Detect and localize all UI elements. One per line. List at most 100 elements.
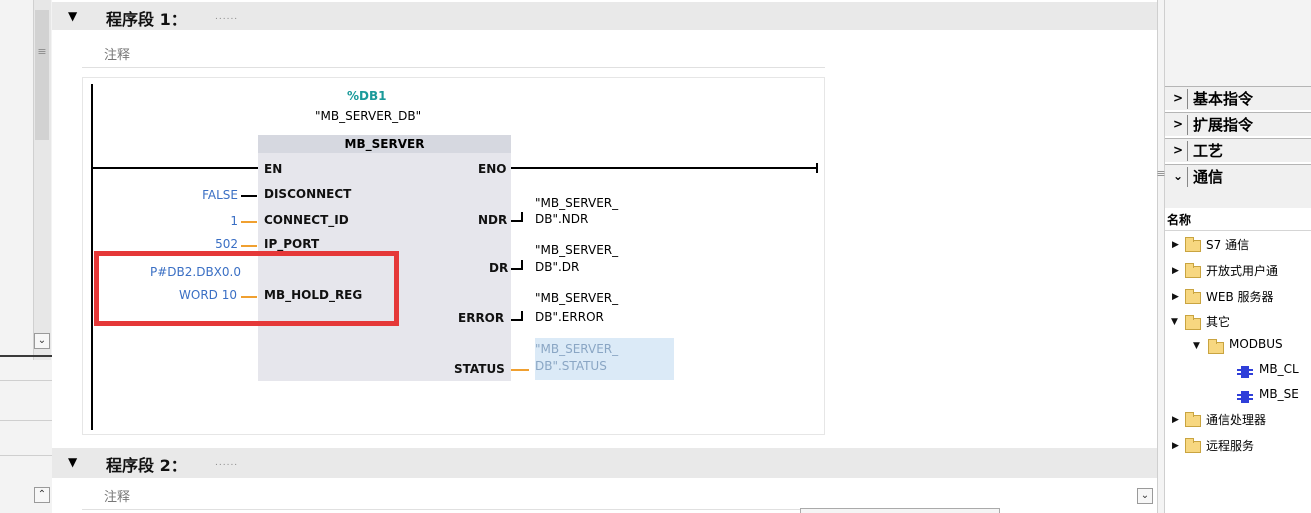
divider: [0, 455, 52, 456]
folder-icon: [1185, 263, 1201, 278]
en-wire: [91, 167, 258, 169]
pin-status: STATUS: [454, 362, 505, 376]
tree-item-modbus[interactable]: MODBUS: [1229, 337, 1283, 351]
tree-item-comm-processor[interactable]: 通信处理器: [1206, 411, 1266, 428]
folder-icon: [1185, 412, 1201, 427]
ndr-var-line1[interactable]: "MB_SERVER_: [535, 196, 618, 210]
highlight-box: [94, 251, 399, 326]
tree-item-mb-client[interactable]: MB_CL: [1259, 362, 1299, 376]
input-tick: [241, 245, 257, 247]
network-2-title: 程序段 2：: [106, 456, 187, 475]
collapse-triangle-icon[interactable]: ▼: [1193, 341, 1200, 351]
tree-item-remote-service[interactable]: 远程服务: [1206, 437, 1254, 454]
input-tick: [241, 195, 257, 197]
ndr-var-line2[interactable]: DB".NDR: [535, 212, 588, 226]
scroll-up-button[interactable]: ⌃: [34, 487, 50, 503]
tree-item-open-user-comm[interactable]: 开放式用户通: [1206, 262, 1278, 279]
chevron-right-icon: >: [1173, 91, 1184, 105]
collapse-triangle-icon[interactable]: ▼: [1171, 317, 1178, 327]
disconnect-value[interactable]: FALSE: [188, 188, 238, 202]
splitter-grip-icon[interactable]: ≡: [37, 46, 47, 57]
output-tick: [511, 369, 529, 371]
horizontal-scrollbar[interactable]: [800, 508, 1000, 513]
tree-item-web-server[interactable]: WEB 服务器: [1206, 288, 1274, 305]
ladder-network-1: %DB1 "MB_SERVER_DB" MB_SERVER EN DISCONN…: [82, 77, 825, 435]
network-2-comment[interactable]: 注释: [82, 482, 825, 510]
tree-item-others[interactable]: 其它: [1206, 313, 1230, 330]
output-tick: [521, 212, 523, 222]
expand-triangle-icon[interactable]: ▶: [1172, 240, 1179, 250]
pin-disconnect: DISCONNECT: [264, 187, 352, 201]
category-extended-instructions[interactable]: > 扩展指令: [1165, 112, 1311, 136]
tree-item-mb-server[interactable]: MB_SE: [1259, 387, 1299, 401]
category-technology[interactable]: > 工艺: [1165, 138, 1311, 162]
category-basic-instructions[interactable]: > 基本指令: [1165, 86, 1311, 110]
ladder-editor: ▼ 程序段 1： ...... 注释 %DB1 "MB_SERVER_DB" M…: [52, 0, 1157, 513]
folder-icon: [1185, 289, 1201, 304]
collapse-triangle-icon[interactable]: ▼: [68, 455, 77, 469]
chevron-right-icon: >: [1173, 117, 1184, 131]
divider: [0, 380, 52, 381]
pin-error: ERROR: [458, 311, 505, 325]
chevron-down-icon: ⌄: [1173, 169, 1184, 183]
scroll-down-button[interactable]: ⌄: [34, 333, 50, 349]
panel-top: [1165, 0, 1311, 86]
chevron-right-icon: >: [1173, 143, 1184, 157]
input-tick: [241, 221, 257, 223]
pin-en: EN: [264, 162, 283, 176]
panel-splitter[interactable]: ≡: [1156, 0, 1166, 513]
status-var-line2[interactable]: DB".STATUS: [535, 359, 607, 373]
comment-text: 注释: [104, 48, 131, 63]
pin-dr: DR: [489, 261, 509, 275]
block-type: MB_SERVER: [258, 135, 511, 153]
category-label: 工艺: [1193, 142, 1224, 160]
pin-eno: ENO: [478, 162, 507, 176]
instructions-panel: > 基本指令 > 扩展指令 > 工艺 ⌄ 通信 名称 ▶ S7 通信 ▶ 开放式…: [1165, 0, 1311, 513]
instance-db-number[interactable]: %DB1: [347, 89, 386, 103]
expand-triangle-icon[interactable]: ▶: [1172, 415, 1179, 425]
error-var-line2[interactable]: DB".ERROR: [535, 310, 604, 324]
eno-wire: [511, 167, 817, 169]
network-2-title-placeholder[interactable]: ......: [215, 458, 238, 468]
separator: [1187, 115, 1188, 135]
folder-icon: [1185, 315, 1201, 330]
network-1-header[interactable]: ▼ 程序段 1： ......: [52, 2, 1157, 30]
output-tick: [511, 220, 521, 222]
separator: [1187, 167, 1188, 187]
folder-icon: [1185, 237, 1201, 252]
expand-triangle-icon[interactable]: ▶: [1172, 441, 1179, 451]
category-label: 扩展指令: [1193, 116, 1254, 134]
instance-db-symbol[interactable]: "MB_SERVER_DB": [315, 109, 421, 123]
connect-id-value[interactable]: 1: [208, 214, 238, 228]
wire-end: [816, 163, 818, 173]
editor-scroll-down-button[interactable]: ⌄: [1137, 488, 1153, 504]
separator: [1187, 89, 1188, 109]
pin-connect-id: CONNECT_ID: [264, 213, 349, 227]
divider: [0, 355, 52, 357]
category-label: 基本指令: [1193, 90, 1254, 108]
pin-ip-port: IP_PORT: [264, 237, 320, 251]
network-1-title: 程序段 1：: [106, 10, 187, 29]
comment-text: 注释: [104, 490, 131, 505]
expand-triangle-icon[interactable]: ▶: [1172, 292, 1179, 302]
output-tick: [521, 311, 523, 321]
tree-header-name[interactable]: 名称: [1167, 211, 1191, 228]
scrollbar-thumb[interactable]: [35, 10, 49, 140]
power-rail: [91, 84, 93, 430]
separator: [1187, 141, 1188, 161]
network-2-header[interactable]: ▼ 程序段 2： ......: [52, 448, 1157, 478]
dr-var-line1[interactable]: "MB_SERVER_: [535, 243, 618, 257]
ip-port-value[interactable]: 502: [198, 237, 238, 251]
status-var-line1[interactable]: "MB_SERVER_: [535, 342, 618, 356]
dr-var-line2[interactable]: DB".DR: [535, 260, 579, 274]
error-var-line1[interactable]: "MB_SERVER_: [535, 291, 618, 305]
divider: [1165, 230, 1311, 231]
category-communication[interactable]: ⌄ 通信: [1165, 164, 1311, 208]
pin-ndr: NDR: [478, 213, 508, 227]
tree-item-s7-comm[interactable]: S7 通信: [1206, 236, 1249, 253]
function-block-icon: [1237, 391, 1253, 403]
network-1-title-placeholder[interactable]: ......: [215, 12, 238, 22]
collapse-triangle-icon[interactable]: ▼: [68, 9, 77, 23]
network-1-comment[interactable]: 注释: [82, 40, 825, 68]
expand-triangle-icon[interactable]: ▶: [1172, 266, 1179, 276]
